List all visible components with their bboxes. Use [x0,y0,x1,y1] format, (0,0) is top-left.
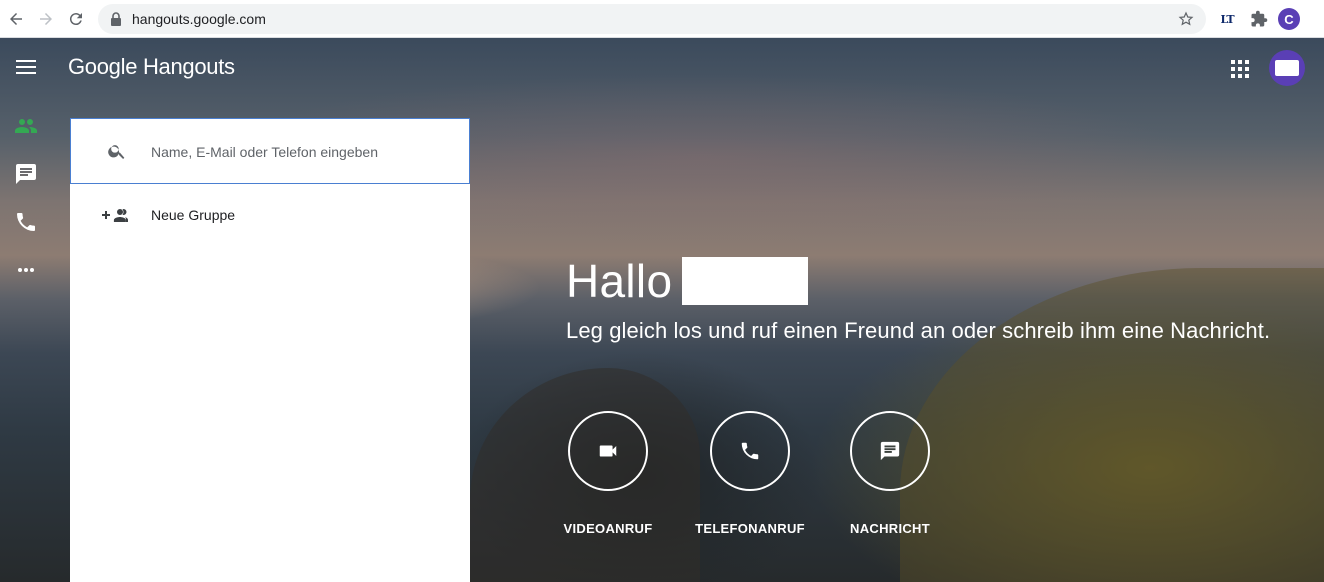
message-button[interactable]: NACHRICHT [830,411,950,536]
main-menu-icon[interactable] [16,60,36,74]
google-apps-icon[interactable] [1231,60,1249,78]
search-input[interactable] [151,141,451,163]
background-scenery-cliff [900,268,1324,582]
new-group-button[interactable]: Neue Gruppe [70,196,470,236]
account-avatar[interactable] [1269,50,1305,86]
url-text: hangouts.google.com [132,11,266,27]
browser-toolbar: hangouts.google.com LT C [0,0,1324,38]
hangouts-app: Google Hangouts Neue Gruppe Hallo Leg gl… [0,38,1324,582]
message-circle[interactable] [850,411,930,491]
extensions-puzzle-icon[interactable] [1250,9,1268,29]
forward-icon[interactable] [34,7,58,31]
message-icon [880,441,900,461]
greeting-subtitle: Leg gleich los und ruf einen Freund an o… [566,318,1271,343]
bookmark-star-icon[interactable] [1178,11,1194,27]
more-icon[interactable] [14,258,38,282]
phone-icon [741,442,759,460]
new-group-label: Neue Gruppe [151,207,236,223]
search-box [70,118,470,184]
videocam-icon [599,445,617,457]
message-label[interactable]: NACHRICHT [830,521,950,536]
user-name-redacted [682,257,809,305]
phone-call-circle[interactable] [710,411,790,491]
browser-profile-avatar[interactable]: C [1278,8,1300,30]
reload-icon[interactable] [64,7,88,31]
address-bar[interactable]: hangouts.google.com [98,4,1206,34]
app-logo: Google Hangouts [68,54,235,79]
phone-call-button[interactable]: TELEFONANRUF [690,411,810,536]
phone-call-label[interactable]: TELEFONANRUF [690,521,810,536]
video-call-label[interactable]: VIDEOANRUF [548,521,668,536]
phone-icon[interactable] [14,210,38,234]
contacts-panel: Neue Gruppe [70,118,470,582]
video-call-button[interactable]: VIDEOANRUF [548,411,668,536]
languagetool-extension-icon[interactable]: LT [1218,9,1236,29]
back-icon[interactable] [4,7,28,31]
contacts-icon[interactable] [14,114,38,138]
greeting-text: Hallo [566,255,673,307]
add-group-icon [102,209,128,222]
avatar-image [1275,60,1299,76]
video-call-circle[interactable] [568,411,648,491]
chat-icon[interactable] [14,162,38,186]
greeting-row: Hallo [566,254,809,308]
search-icon [108,145,125,159]
lock-icon [111,12,121,26]
